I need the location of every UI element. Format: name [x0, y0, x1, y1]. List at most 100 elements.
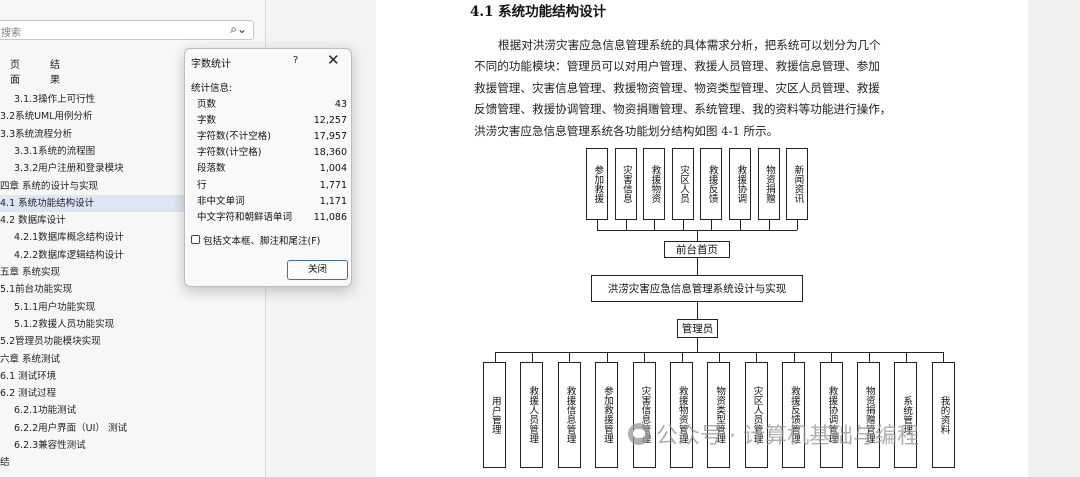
- search-box[interactable]: 搜索 ⌕⌄: [0, 20, 254, 40]
- dialog-title: 字数统计: [191, 59, 231, 70]
- stat-label: 非中文单词: [197, 195, 245, 207]
- connector: [606, 352, 608, 362]
- connector: [711, 220, 713, 230]
- stat-value: 11,086: [313, 211, 347, 223]
- bottom-module-box: 救援人员管理: [520, 362, 544, 468]
- connector: [943, 352, 945, 362]
- bottom-module-box: 物资类型管理: [707, 362, 731, 468]
- connector: [868, 352, 870, 362]
- stat-row: 行 1,771: [197, 178, 347, 194]
- connector: [644, 352, 646, 362]
- stat-value: 18,360: [313, 147, 347, 159]
- stat-row: 中文字符和朝鲜语单词 11,086: [197, 210, 347, 226]
- stat-row: 页数 43: [197, 97, 347, 113]
- search-icon[interactable]: ⌕⌄: [230, 22, 247, 37]
- connector: [718, 352, 720, 362]
- stat-value: 1,771: [319, 179, 347, 191]
- connector: [697, 230, 698, 241]
- stat-label: 行: [197, 179, 207, 191]
- connector: [697, 302, 698, 319]
- connector: [597, 220, 598, 230]
- bottom-module-box: 救援信息管理: [557, 362, 581, 468]
- connector: [697, 258, 698, 275]
- connector: [768, 220, 770, 230]
- top-module-box: 灾害信息: [614, 148, 637, 220]
- stats-section-label: 统计信息:: [191, 83, 233, 94]
- stat-label: 中文字符和朝鲜语单词: [197, 211, 293, 223]
- include-textboxes-label[interactable]: 包括文本框、脚注和尾注(F): [203, 233, 320, 247]
- tree-item[interactable]: 6.2.2用户界面（UI） 测试: [0, 420, 266, 437]
- front-page-node: 前台首页: [664, 241, 730, 258]
- tree-item[interactable]: 6.1 测试环境: [0, 368, 266, 385]
- body-paragraph: 根据对洪涝灾害应急信息管理系统的具体需求分析，把系统可以划分为几个不同的功能模块…: [474, 35, 936, 142]
- bottom-module-box: 系统管理: [894, 362, 918, 468]
- paragraph-line: 根据对洪涝灾害应急信息管理系统的具体需求分析，把系统可以划分为几个: [498, 38, 881, 52]
- connector: [697, 338, 698, 352]
- connector: [740, 220, 741, 230]
- close-button[interactable]: 关闭: [287, 260, 348, 280]
- bottom-module-box: 参加救援管理: [595, 362, 619, 468]
- tree-item[interactable]: 6.2 测试过程: [0, 385, 266, 402]
- stat-value: 1,171: [319, 195, 347, 207]
- stat-row: 字符数(不计空格) 17,957: [197, 129, 347, 145]
- tree-item[interactable]: 6.2.1功能测试: [0, 402, 266, 419]
- bottom-module-box: 用户管理: [483, 362, 506, 468]
- connector: [494, 352, 944, 353]
- stat-label: 字符数(不计空格): [197, 131, 271, 143]
- stat-label: 字数: [197, 115, 217, 127]
- tree-item[interactable]: 5.2管理员功能模块实现: [0, 333, 266, 350]
- connector: [905, 352, 907, 362]
- top-module-box: 救援反馈: [700, 148, 723, 220]
- stat-row: 非中文单词 1,171: [197, 194, 347, 210]
- bottom-module-box: 物资捐赠管理: [857, 362, 880, 468]
- top-module-box: 参加救援: [586, 148, 608, 220]
- page-gutter: [1028, 0, 1080, 477]
- watermark: 公众号 · 计算机基础与编程: [628, 418, 919, 450]
- connector: [797, 220, 799, 230]
- bottom-module-box: 救援协调管理: [819, 362, 843, 468]
- tree-item[interactable]: 5.1.2救援人员功能实现: [0, 316, 266, 333]
- close-icon[interactable]: ✕: [327, 51, 340, 69]
- admin-node: 管理员: [677, 319, 718, 338]
- word-count-dialog: 字数统计 ? ✕ 统计信息: 页数 43 字数 12,257 字符数(不计空格) 17,9…: [184, 48, 352, 287]
- paragraph-line: 洪涝灾害应急信息管理系统各功能划分结构如图 4-1 所示。: [474, 123, 779, 138]
- watermark-text: 公众号 · 计算机基础与编程: [656, 424, 919, 449]
- search-input[interactable]: 搜索: [1, 24, 21, 39]
- stat-label: 页数: [197, 99, 217, 110]
- stat-label: 字符数(计空格): [197, 147, 262, 159]
- bottom-module-box: 灾害信息管理: [632, 362, 656, 468]
- stat-value: 43: [334, 99, 347, 110]
- top-module-box: 物资捐赠: [757, 148, 780, 220]
- bottom-module-box: 救援物资管理: [670, 362, 693, 468]
- bottom-module-box: 救援反馈管理: [782, 362, 806, 468]
- connector: [756, 352, 758, 362]
- paragraph-line: 不同的功能模块：管理员可以对用户管理、救援人员管理、救援信息管理、参加: [474, 59, 880, 74]
- tree-item[interactable]: 5.1.1用户功能实现: [0, 299, 266, 316]
- connector: [494, 352, 496, 362]
- stat-value: 1,004: [319, 163, 347, 175]
- connector: [831, 352, 833, 362]
- connector: [625, 220, 627, 230]
- wechat-icon: [628, 423, 650, 445]
- tree-item[interactable]: 结: [0, 454, 266, 471]
- top-module-box: 新闻资讯: [786, 148, 809, 220]
- paragraph-line: 救援管理、灾害信息管理、救援物资管理、物资类型管理、灾区人员管理、救援: [474, 80, 880, 95]
- section-heading: 4.1 系统功能结构设计: [470, 4, 607, 20]
- include-textboxes-checkbox[interactable]: [191, 235, 200, 244]
- connector: [531, 352, 533, 362]
- stat-value: 17,957: [313, 131, 347, 143]
- connector: [793, 352, 795, 362]
- bottom-module-box: 我的资料: [931, 362, 955, 468]
- stat-value: 12,257: [313, 115, 347, 127]
- help-button[interactable]: ?: [293, 55, 298, 66]
- top-module-box: 救援协调: [729, 148, 751, 220]
- stat-row: 段落数 1,004: [197, 161, 347, 177]
- connector: [569, 352, 571, 362]
- top-module-box: 灾区人员: [671, 148, 694, 220]
- tree-item[interactable]: 六章 系统测试: [0, 351, 266, 368]
- paragraph-line: 反馈管理、救援协调管理、物资捐赠管理、系统管理、我的资料等功能进行操作，: [474, 102, 892, 117]
- connector: [681, 352, 683, 362]
- stat-row: 字符数(计空格) 18,360: [197, 145, 347, 161]
- connector: [654, 220, 656, 230]
- tree-item[interactable]: 6.2.3兼容性测试: [0, 437, 266, 454]
